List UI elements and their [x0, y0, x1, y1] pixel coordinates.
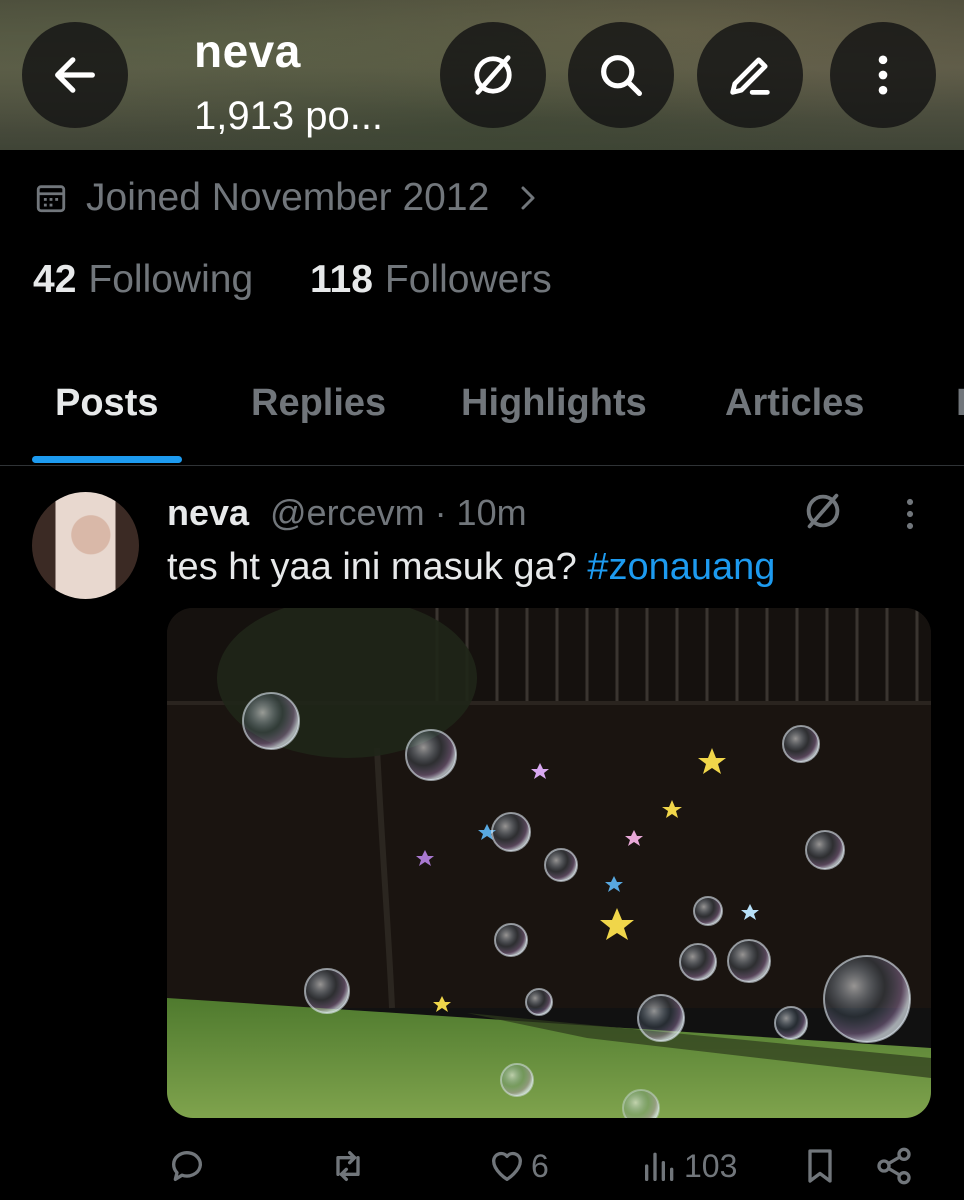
like-count: 6: [531, 1147, 549, 1184]
post-author-meta[interactable]: @ercevm · 10m: [270, 492, 527, 534]
post-text: tes ht yaa ini masuk ga? #zonauang: [167, 546, 775, 589]
joined-date-row[interactable]: Joined November 2012: [34, 176, 543, 220]
grok-button[interactable]: [440, 22, 546, 128]
share-icon: [877, 1147, 911, 1185]
post-author-avatar[interactable]: [32, 492, 139, 599]
tab-articles[interactable]: Articles: [725, 382, 864, 425]
post-media-image[interactable]: [167, 608, 931, 1118]
post-text-body: tes ht yaa ini masuk ga?: [167, 546, 588, 588]
post-author-name[interactable]: neva: [167, 492, 249, 534]
back-icon: [55, 57, 95, 93]
calendar-icon: [36, 185, 66, 213]
repost-button[interactable]: [328, 1146, 368, 1186]
more-vertical-icon: [878, 55, 888, 95]
chevron-right-icon: [521, 186, 535, 210]
tab-next-partial[interactable]: I: [956, 382, 964, 425]
post-count: 1,913 po...: [194, 94, 384, 138]
views-icon: [645, 1152, 674, 1181]
share-button[interactable]: [874, 1146, 914, 1186]
grok-icon[interactable]: [800, 488, 846, 534]
repost-icon: [336, 1151, 360, 1181]
tab-replies[interactable]: Replies: [251, 382, 386, 425]
views-button[interactable]: 103: [640, 1146, 737, 1186]
like-button[interactable]: 6: [487, 1146, 549, 1186]
edit-icon: [730, 57, 770, 95]
more-vertical-icon[interactable]: [894, 494, 926, 534]
profile-title: neva: [194, 25, 301, 77]
reply-icon: [172, 1151, 202, 1181]
followers-count: 118: [310, 258, 373, 301]
search-button[interactable]: [568, 22, 674, 128]
tab-highlights[interactable]: Highlights: [461, 382, 647, 425]
tab-posts[interactable]: Posts: [55, 382, 158, 425]
reply-button[interactable]: [167, 1146, 207, 1186]
post-hashtag[interactable]: #zonauang: [587, 546, 775, 588]
views-count: 103: [684, 1147, 738, 1184]
joined-label: Joined November 2012: [86, 176, 490, 219]
edit-profile-button[interactable]: [697, 22, 803, 128]
back-button[interactable]: [22, 22, 128, 128]
bookmark-icon: [808, 1149, 832, 1183]
grok-icon: [474, 55, 512, 95]
following-count: 42: [33, 258, 77, 301]
following-link[interactable]: 42 Following: [33, 258, 253, 302]
heart-icon: [492, 1151, 522, 1181]
more-options-button[interactable]: [830, 22, 936, 128]
bubbles-photo: [167, 608, 931, 1118]
followers-link[interactable]: 118 Followers: [310, 258, 552, 302]
bookmark-button[interactable]: [800, 1146, 840, 1186]
search-icon: [601, 55, 643, 97]
following-label: Following: [88, 258, 254, 301]
active-tab-indicator: [32, 456, 182, 463]
followers-label: Followers: [384, 258, 552, 301]
tabs-divider: [0, 465, 964, 466]
